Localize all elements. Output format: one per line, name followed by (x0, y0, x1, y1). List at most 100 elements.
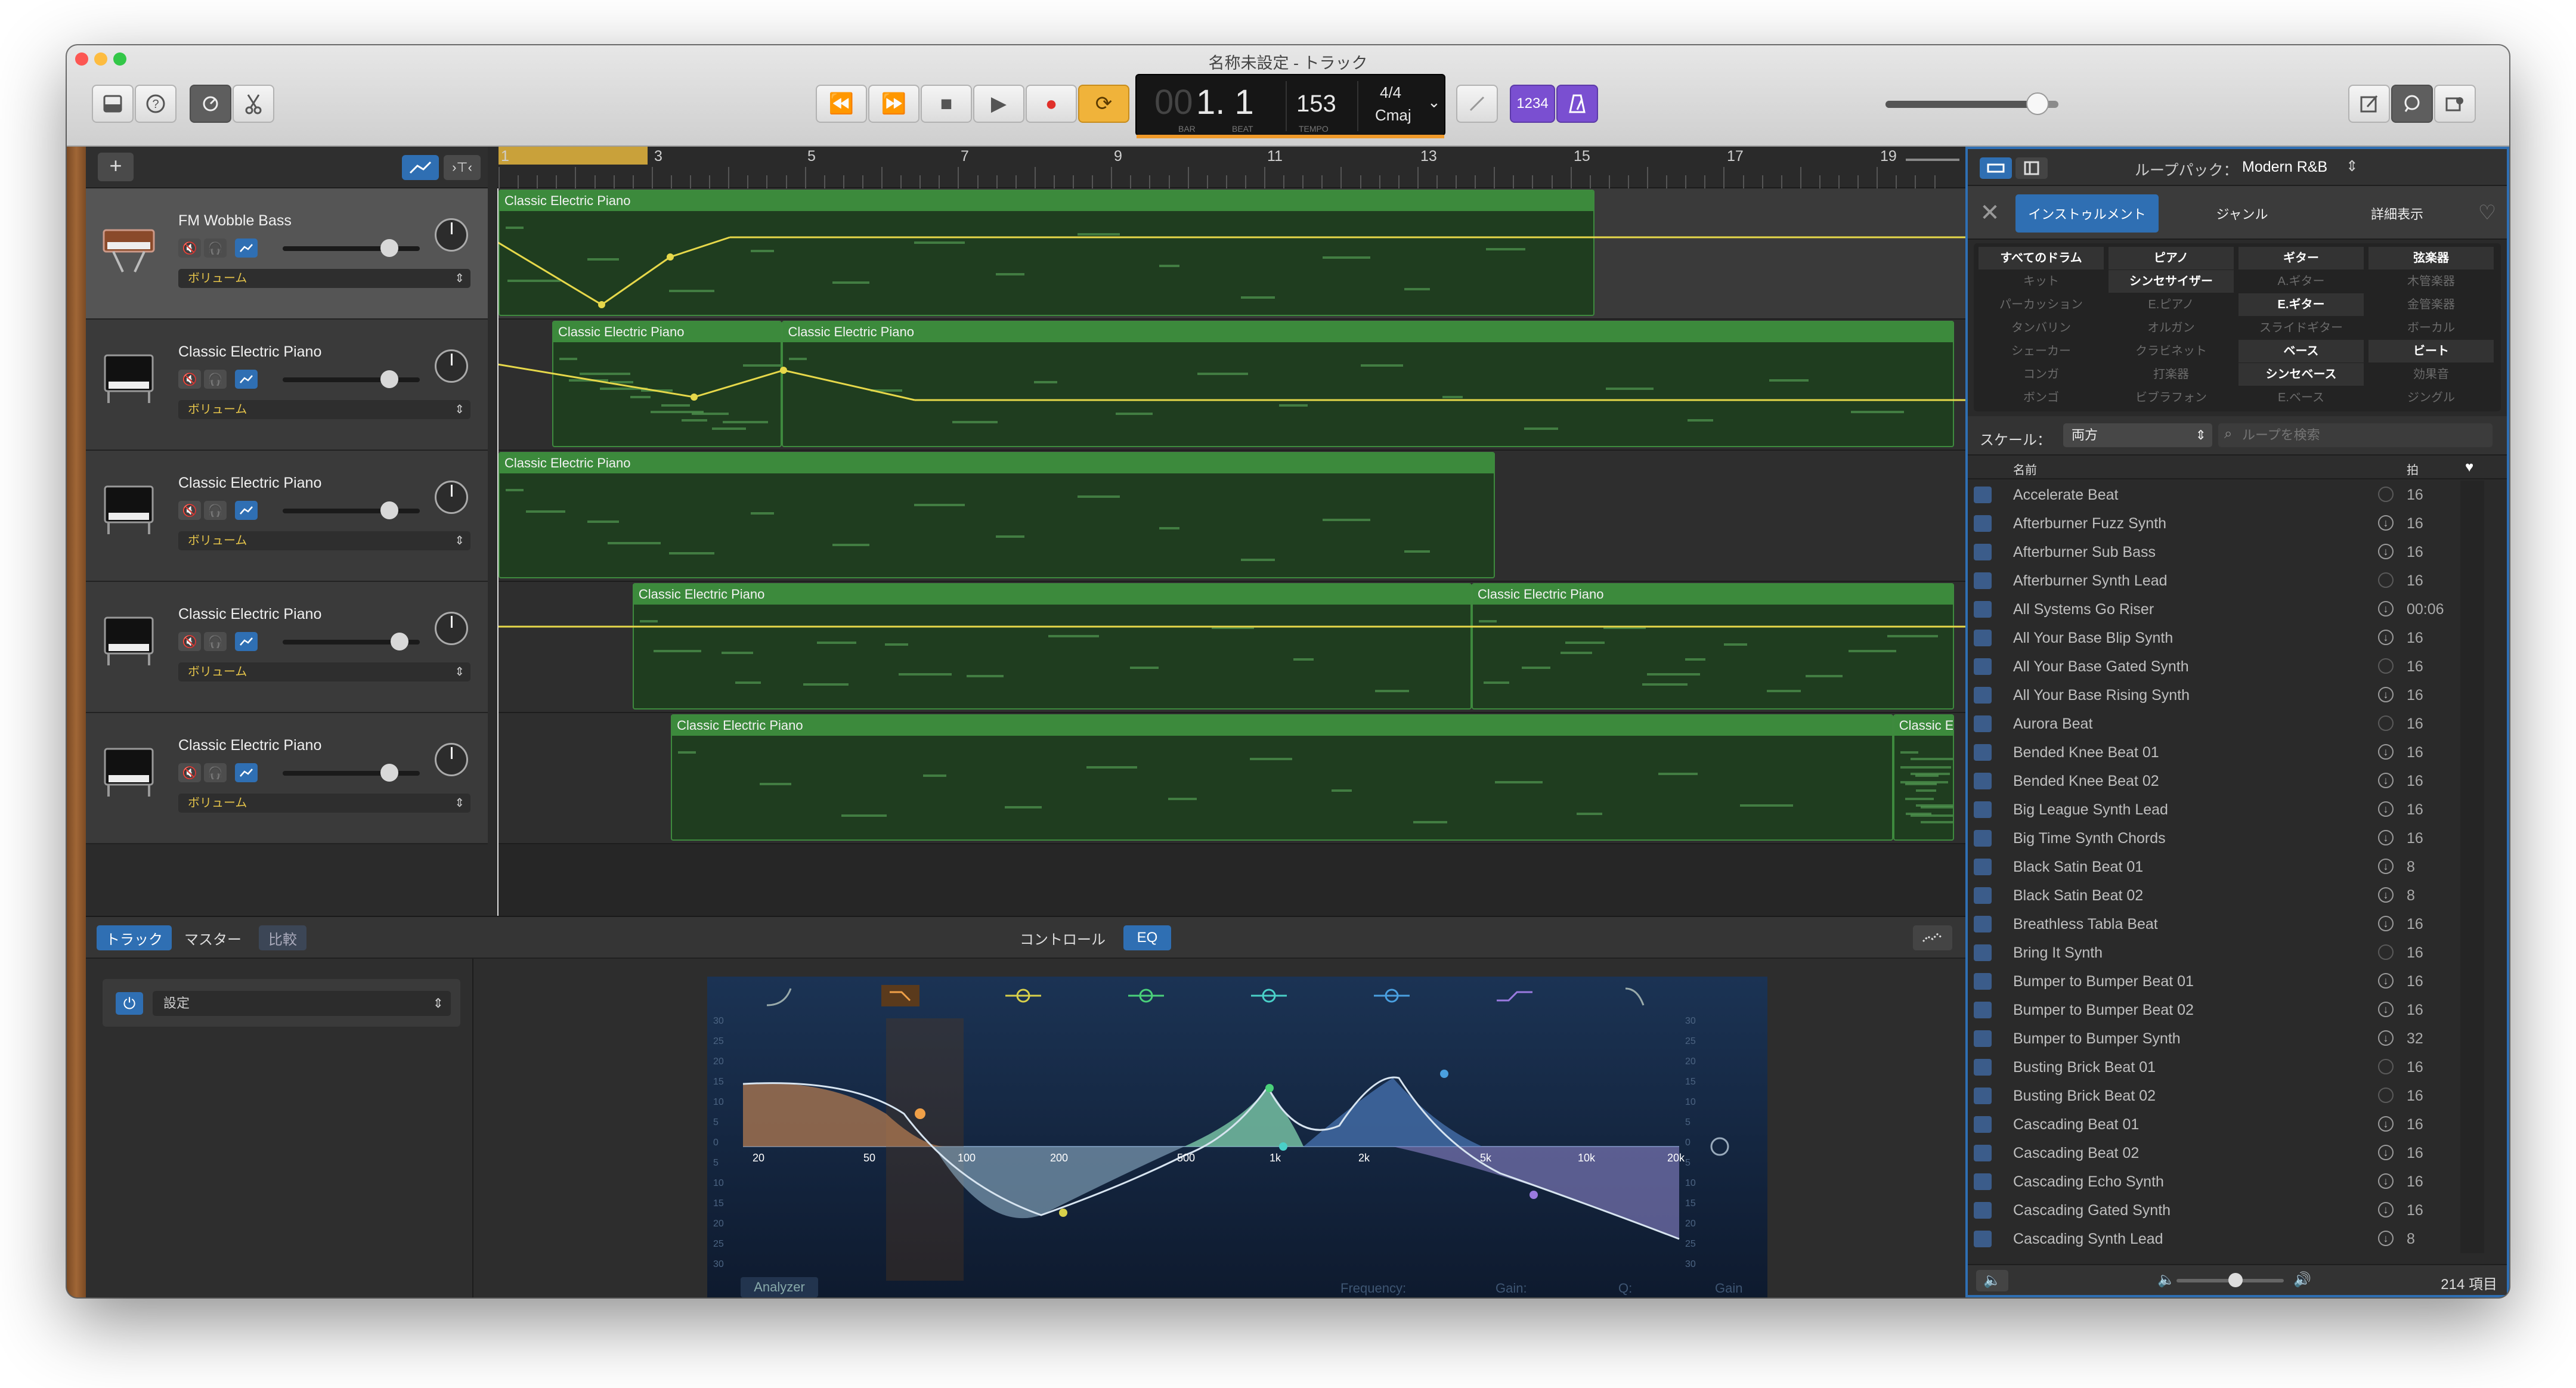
column-beats-header[interactable]: 拍 (2407, 460, 2419, 478)
download-icon[interactable]: ↓ (2378, 1030, 2394, 1046)
track-header[interactable]: Classic Electric Piano 🔇 🎧 ボリューム ⇕ (86, 320, 488, 451)
mute-button[interactable]: 🔇 (178, 238, 201, 258)
pan-knob[interactable] (435, 743, 468, 776)
favorite-checkbox[interactable] (2460, 1082, 2484, 1110)
download-icon[interactable]: ↓ (2378, 1002, 2394, 1017)
keyword-button[interactable]: タンバリン (1979, 317, 2104, 339)
track-name[interactable]: Classic Electric Piano (178, 343, 321, 361)
download-icon[interactable]: ↓ (2378, 515, 2394, 531)
track-automation-button[interactable] (235, 370, 258, 389)
preview-status-icon[interactable] (2378, 715, 2394, 731)
favorite-checkbox[interactable] (2460, 1167, 2484, 1196)
automation-parameter-popup[interactable]: ボリューム ⇕ (178, 269, 470, 288)
loop-list-item[interactable]: Cascading Echo Synth ↓ 16 (1968, 1167, 2507, 1196)
record-button[interactable]: ● (1026, 85, 1077, 123)
track-name[interactable]: Classic Electric Piano (178, 737, 321, 754)
track-header[interactable]: Classic Electric Piano 🔇 🎧 ボリューム ⇕ (86, 582, 488, 713)
loop-list-item[interactable]: Cascading Beat 01 ↓ 16 (1968, 1110, 2507, 1139)
keyword-button[interactable]: E.ピアノ (2109, 293, 2234, 316)
download-icon[interactable]: ↓ (2378, 1202, 2394, 1217)
pan-knob[interactable] (435, 481, 468, 514)
solo-button[interactable]: 🎧 (204, 238, 227, 258)
tab-compare[interactable]: 比較 (259, 925, 306, 950)
keyword-button[interactable]: ボーカル (2368, 317, 2494, 339)
track-name[interactable]: Classic Electric Piano (178, 475, 321, 492)
keyword-button[interactable]: 弦楽器 (2368, 247, 2494, 269)
preview-status-icon[interactable] (2378, 944, 2394, 960)
loop-list-item[interactable]: Big League Synth Lead ↓ 16 (1968, 795, 2507, 824)
add-track-button[interactable]: + (98, 153, 134, 181)
tab-eq[interactable]: EQ (1123, 925, 1171, 950)
favorite-checkbox[interactable] (2460, 910, 2484, 938)
favorite-checkbox[interactable] (2460, 538, 2484, 566)
keyword-button[interactable]: すべてのドラム (1979, 247, 2104, 269)
keyword-button[interactable]: 金管楽器 (2368, 293, 2494, 316)
track-name[interactable]: FM Wobble Bass (178, 212, 292, 230)
cycle-region[interactable] (499, 147, 648, 165)
favorite-checkbox[interactable] (2460, 1139, 2484, 1167)
loop-list-item[interactable]: Accelerate Beat 16 (1968, 481, 2507, 509)
loop-list-item[interactable]: Bumper to Bumper Synth ↓ 32 (1968, 1024, 2507, 1053)
loop-list-item[interactable]: Bring It Synth 16 (1968, 938, 2507, 967)
loop-list-item[interactable]: All Your Base Gated Synth 16 (1968, 652, 2507, 681)
track-automation-button[interactable] (235, 501, 258, 520)
loop-list-item[interactable]: Breathless Tabla Beat ↓ 16 (1968, 910, 2507, 938)
tab-genre[interactable]: ジャンル (2171, 194, 2314, 233)
lcd-mode-chevron-icon[interactable]: ⌄ (1428, 93, 1441, 111)
solo-button[interactable]: 🎧 (204, 632, 227, 651)
scale-popup[interactable]: 両方 ⇕ (2063, 423, 2212, 447)
favorite-checkbox[interactable] (2460, 853, 2484, 881)
lcd-display[interactable]: 00 1. 1 BAR BEAT 153 TEMPO 4/4 Cmaj ⌄ (1135, 74, 1445, 138)
keyword-button[interactable]: ビブラフォン (2109, 386, 2234, 409)
solo-button[interactable]: 🎧 (204, 763, 227, 782)
automation-parameter-popup[interactable]: ボリューム ⇕ (178, 400, 470, 419)
track-volume-knob[interactable] (380, 764, 399, 782)
track-automation-button[interactable] (235, 632, 258, 651)
favorites-heart-icon[interactable]: ♡ (2472, 198, 2502, 228)
power-button[interactable]: ⏻ (116, 992, 143, 1015)
favorite-checkbox[interactable] (2460, 595, 2484, 624)
favorite-checkbox[interactable] (2460, 566, 2484, 595)
loop-list-item[interactable]: All Your Base Blip Synth ↓ 16 (1968, 624, 2507, 652)
favorite-checkbox[interactable] (2460, 824, 2484, 853)
view-list-button[interactable] (1980, 157, 2012, 179)
favorite-checkbox[interactable] (2460, 1110, 2484, 1139)
smart-controls-button[interactable] (190, 85, 231, 123)
track-automation-button[interactable] (235, 238, 258, 258)
favorite-checkbox[interactable] (2460, 481, 2484, 509)
download-icon[interactable]: ↓ (2378, 973, 2394, 989)
notepad-button[interactable] (2348, 85, 2390, 123)
download-icon[interactable]: ↓ (2378, 887, 2394, 903)
favorite-checkbox[interactable] (2460, 795, 2484, 824)
playhead[interactable] (497, 188, 499, 916)
loop-list-item[interactable]: All Systems Go Riser ↓ 00:06 (1968, 595, 2507, 624)
keyword-button[interactable]: キット (1979, 270, 2104, 293)
keyword-button[interactable]: スライドギター (2238, 317, 2364, 339)
setting-popup[interactable]: 設定 ⇕ (153, 991, 451, 1016)
view-columns-button[interactable] (2015, 157, 2048, 179)
favorite-checkbox[interactable] (2460, 1225, 2484, 1253)
keyword-button[interactable]: E.ギター (2238, 293, 2364, 316)
download-icon[interactable]: ↓ (2378, 744, 2394, 760)
count-in-button[interactable]: 1234 (1510, 85, 1555, 123)
favorite-checkbox[interactable] (2460, 681, 2484, 710)
keyword-button[interactable]: コンガ (1979, 363, 2104, 386)
pan-knob[interactable] (435, 612, 468, 645)
loop-list-item[interactable]: Bumper to Bumper Beat 02 ↓ 16 (1968, 996, 2507, 1024)
favorite-checkbox[interactable] (2460, 1053, 2484, 1082)
solo-button[interactable]: 🎧 (204, 370, 227, 389)
preview-status-icon[interactable] (2378, 658, 2394, 674)
rewind-button[interactable]: ⏪ (816, 85, 867, 123)
loop-pack-popup[interactable]: Modern R&B (2242, 159, 2327, 176)
download-icon[interactable]: ↓ (2378, 1116, 2394, 1132)
download-icon[interactable]: ↓ (2378, 544, 2394, 559)
track-name[interactable]: Classic Electric Piano (178, 606, 321, 623)
loop-list-item[interactable]: Big Time Synth Chords ↓ 16 (1968, 824, 2507, 853)
track-volume-knob[interactable] (380, 370, 399, 388)
download-icon[interactable]: ↓ (2378, 687, 2394, 702)
mute-button[interactable]: 🔇 (178, 763, 201, 782)
keyword-button[interactable]: ビート (2368, 340, 2494, 363)
download-icon[interactable]: ↓ (2378, 830, 2394, 845)
keyword-button[interactable]: シンセサイザー (2109, 270, 2234, 293)
favorite-checkbox[interactable] (2460, 996, 2484, 1024)
